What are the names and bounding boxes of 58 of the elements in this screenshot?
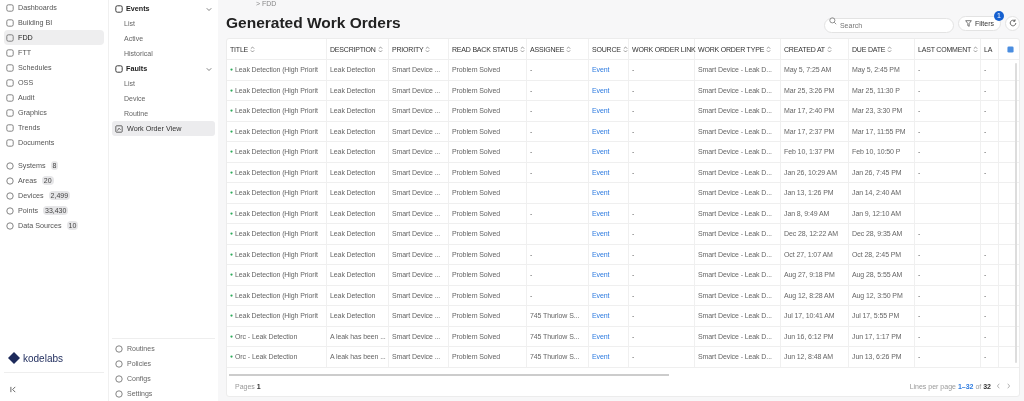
square-icon — [115, 64, 123, 73]
columns-icon[interactable] — [1007, 45, 1014, 53]
refresh-icon — [1008, 19, 1017, 27]
status-dot-icon — [230, 88, 233, 92]
status-dot-icon — [230, 232, 233, 236]
square-icon — [6, 48, 14, 57]
search-icon — [828, 17, 837, 25]
status-dot-icon — [230, 273, 233, 277]
square-icon — [6, 78, 14, 87]
sort-icon[interactable] — [973, 45, 979, 53]
circle-icon — [115, 374, 123, 383]
square-icon — [6, 93, 14, 102]
sort-icon[interactable] — [425, 45, 431, 53]
circle-icon — [6, 161, 14, 170]
square-icon — [6, 18, 14, 27]
sort-icon[interactable] — [826, 45, 832, 53]
sort-icon[interactable] — [250, 45, 256, 53]
circle-icon — [6, 206, 14, 215]
circle-icon — [115, 344, 123, 353]
sort-icon[interactable] — [887, 45, 893, 53]
square-icon — [6, 63, 14, 72]
square-icon — [6, 3, 14, 12]
next-page-icon[interactable] — [1006, 383, 1011, 389]
square-icon — [115, 4, 123, 13]
page-title: Generated Work Orders — [226, 14, 401, 32]
sort-icon[interactable] — [766, 45, 772, 53]
circle-icon — [115, 389, 123, 398]
status-dot-icon — [230, 129, 233, 133]
status-dot-icon — [230, 68, 233, 72]
refresh-button[interactable] — [1005, 15, 1020, 31]
collapse-icon[interactable] — [10, 386, 17, 393]
circle-icon — [115, 359, 123, 368]
status-dot-icon — [230, 191, 233, 195]
square-icon — [6, 108, 14, 117]
square-icon — [6, 33, 14, 42]
square-icon — [6, 123, 14, 132]
status-dot-icon — [230, 252, 233, 256]
status-dot-icon — [230, 334, 233, 338]
logo-icon — [8, 352, 20, 364]
status-dot-icon — [230, 314, 233, 318]
sort-icon[interactable] — [622, 45, 628, 53]
sort-icon[interactable] — [519, 45, 525, 53]
square-icon — [6, 138, 14, 147]
circle-icon — [6, 191, 14, 200]
sort-icon[interactable] — [377, 45, 383, 53]
status-dot-icon — [230, 150, 233, 154]
sort-icon[interactable] — [566, 45, 572, 53]
status-dot-icon — [230, 293, 233, 297]
status-dot-icon — [230, 170, 233, 174]
previous-page-icon[interactable] — [996, 383, 1001, 389]
filter-icon — [964, 19, 972, 27]
status-dot-icon — [230, 211, 233, 215]
status-dot-icon — [230, 355, 233, 359]
circle-icon — [6, 176, 14, 185]
logo: kodelabs — [23, 352, 64, 364]
circle-icon — [6, 221, 14, 230]
chart-icon — [115, 124, 123, 133]
status-dot-icon — [230, 109, 233, 113]
